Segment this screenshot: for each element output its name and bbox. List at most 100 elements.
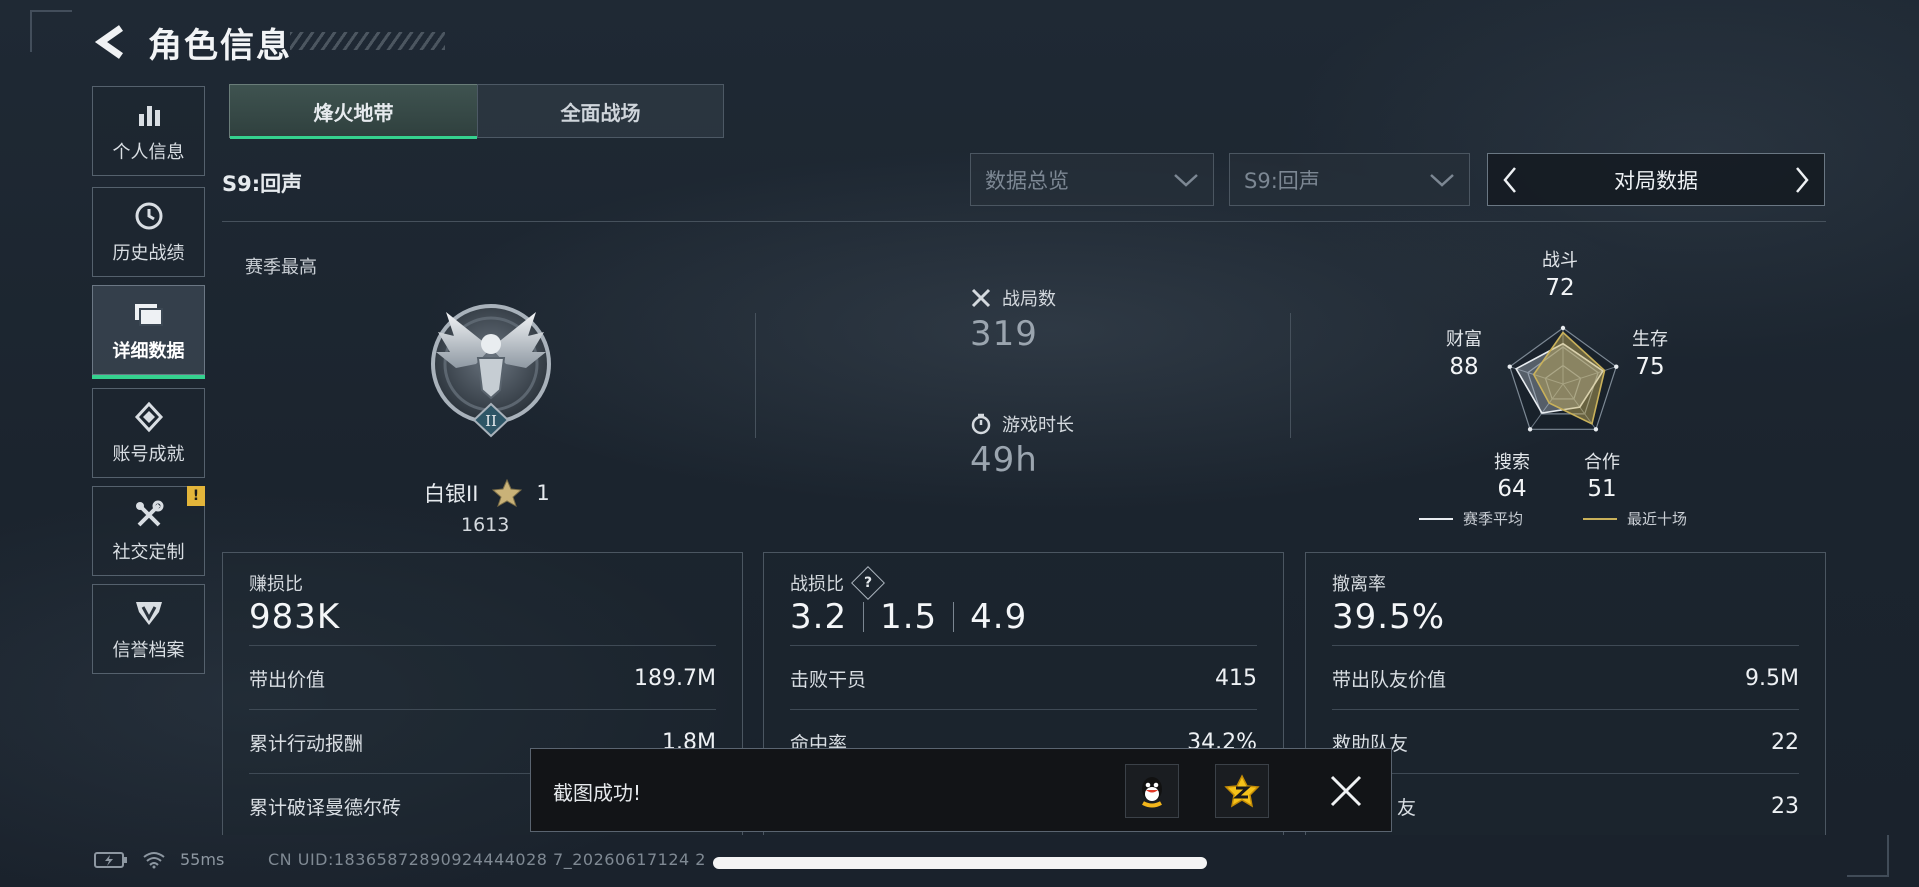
stat-name: 累计行动报酬	[249, 732, 364, 755]
tab-extraction-zone[interactable]: 烽火地带	[229, 84, 478, 139]
sidebar-item-history[interactable]: 历史战绩	[92, 187, 205, 277]
extraction-label: 撤离率	[1332, 574, 1386, 595]
crossed-swords-icon	[971, 288, 991, 308]
kd-value: 3.2	[790, 597, 848, 637]
profit-label: 赚损比	[249, 574, 303, 595]
playtime-label: 游戏时长	[970, 411, 1074, 437]
stat-value: 415	[1215, 665, 1257, 691]
sidebar-item-detailed-data[interactable]: 详细数据	[92, 285, 205, 379]
season-label: S9:回声	[222, 172, 303, 196]
clock-history-icon	[133, 199, 165, 233]
back-button[interactable]	[90, 20, 130, 64]
star-icon	[492, 479, 523, 507]
close-icon[interactable]	[1326, 771, 1366, 811]
uid-text: CN UID:18365872890924444028 7_2026061712…	[268, 850, 706, 869]
rank-stars: 1	[536, 481, 550, 505]
radar-vertex-dot	[1560, 325, 1566, 331]
value-separator	[953, 602, 955, 632]
column-divider	[755, 313, 756, 438]
sidebar-item-social[interactable]: 社交定制 !	[92, 486, 205, 576]
view-dropdown[interactable]: 数据总览	[970, 153, 1214, 206]
legend-label: 最近十场	[1627, 510, 1688, 528]
active-tab-indicator	[230, 136, 477, 139]
screenshot-toast: 截图成功!	[530, 748, 1392, 832]
category-label: 对局数据	[1614, 168, 1698, 193]
radar-value-wealth: 88	[1449, 354, 1479, 380]
matches-label-text: 战局数	[1002, 289, 1056, 310]
stat-value: 189.7M	[634, 665, 716, 691]
previous-category-button[interactable]	[1498, 165, 1522, 195]
kd-values: 3.2 1.5 4.9	[790, 597, 1027, 637]
profit-value: 983K	[249, 597, 341, 637]
radar-vertex-dot	[1527, 427, 1533, 432]
extraction-value: 39.5%	[1332, 597, 1446, 637]
stat-row: 友 23	[1332, 773, 1799, 838]
radar-value-search: 64	[1497, 476, 1527, 502]
folder-icon	[133, 297, 165, 331]
share-qq-button[interactable]	[1125, 764, 1179, 818]
radar-label-cooperation: 合作	[1584, 452, 1620, 473]
legend-swatch	[1583, 517, 1618, 520]
matches-label: 战局数	[970, 285, 1056, 311]
rank-emblem-icon: II	[431, 304, 551, 438]
shield-icon	[133, 596, 165, 630]
title-decoration	[290, 32, 445, 50]
tab-label: 烽火地带	[313, 100, 394, 125]
stat-name: 击败干员	[790, 668, 867, 691]
status-bar: 55ms	[94, 850, 224, 869]
stat-row: 带出队友价值 9.5M	[1332, 645, 1799, 710]
kd-value: 1.5	[880, 597, 938, 637]
rank-name: 白银II	[424, 482, 479, 506]
bar-chart-icon	[134, 98, 164, 132]
rank-row: 白银II 1	[424, 478, 550, 508]
category-switcher: 对局数据	[1487, 153, 1825, 206]
chevron-down-icon	[1430, 173, 1454, 187]
dropdown-value: 数据总览	[985, 168, 1069, 193]
radar-vertex-dot	[1593, 427, 1599, 432]
sidebar-item-reputation[interactable]: 信誉档案	[92, 584, 205, 674]
home-indicator[interactable]	[713, 857, 1207, 869]
stat-name: 带出价值	[249, 668, 326, 691]
tab-full-battlefield[interactable]: 全面战场	[477, 84, 724, 138]
legend-label: 赛季平均	[1463, 510, 1524, 528]
legend-recent-ten: 最近十场	[1583, 508, 1687, 529]
section-divider	[222, 221, 1826, 222]
back-arrow-icon	[94, 25, 124, 59]
radar-value-combat: 72	[1545, 275, 1575, 301]
sidebar-item-personal-info[interactable]: 个人信息	[92, 86, 205, 176]
stat-value: 22	[1771, 729, 1799, 755]
tab-label: 全面战场	[560, 100, 641, 125]
battery-icon	[94, 851, 127, 868]
value-separator	[863, 602, 865, 632]
notification-badge: !	[187, 486, 205, 506]
sidebar-item-label: 历史战绩	[112, 243, 185, 264]
sidebar-item-achievements[interactable]: 账号成就	[92, 388, 205, 478]
playtime-label-text: 游戏时长	[1002, 415, 1074, 436]
stat-name: 累计破译曼德尔砖	[249, 796, 402, 819]
combat-label-text: 战损比	[790, 574, 844, 595]
qzone-star-icon	[1224, 774, 1260, 808]
share-qzone-button[interactable]	[1215, 764, 1269, 818]
stat-row: 击败干员 415	[790, 645, 1257, 710]
active-indicator	[92, 375, 205, 379]
legend-swatch	[1419, 517, 1453, 520]
ping-value: 55ms	[180, 850, 225, 869]
chevron-left-icon	[1503, 166, 1516, 193]
radar-legend: 赛季平均 最近十场	[1419, 508, 1687, 529]
combat-label: 战损比 ?	[790, 566, 885, 600]
medal-icon	[133, 400, 165, 434]
matches-value: 319	[970, 314, 1038, 354]
next-category-button[interactable]	[1790, 165, 1814, 195]
stat-name: 带出队友价值	[1332, 668, 1447, 691]
tools-icon	[133, 498, 165, 532]
dropdown-value: S9:回声	[1244, 168, 1320, 193]
season-dropdown[interactable]: S9:回声	[1229, 153, 1470, 206]
help-icon[interactable]: ?	[851, 566, 885, 600]
radar-label-search: 搜索	[1494, 452, 1530, 473]
sidebar-item-label: 详细数据	[112, 341, 185, 362]
sidebar-item-label: 个人信息	[112, 142, 185, 163]
radar-label-combat: 战斗	[1542, 250, 1578, 271]
radar-value-cooperation: 51	[1587, 476, 1617, 502]
chevron-right-icon	[1796, 166, 1809, 193]
radar-vertex-dot	[1507, 364, 1512, 369]
